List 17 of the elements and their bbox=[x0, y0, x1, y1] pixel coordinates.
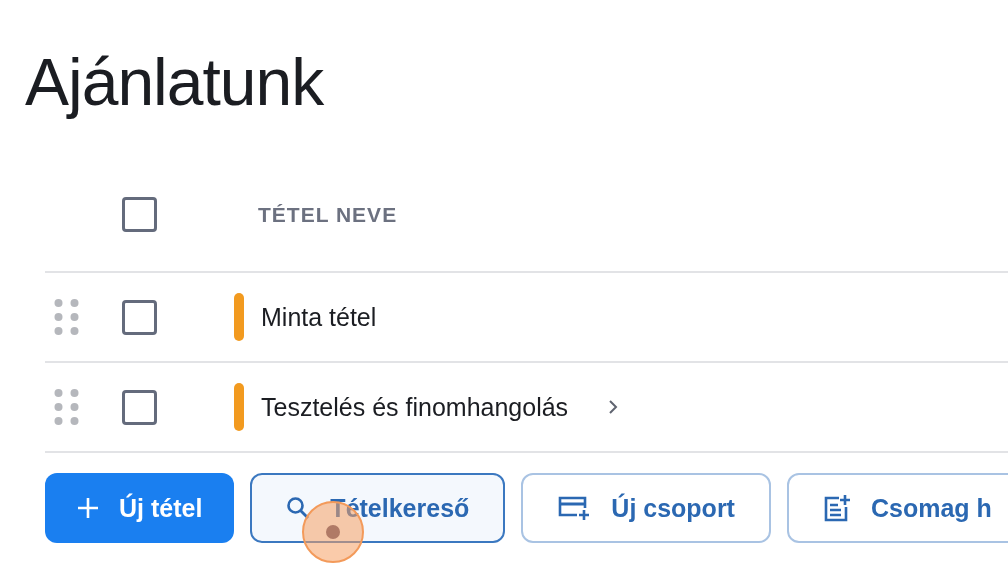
action-button[interactable]: Új csoport bbox=[521, 473, 771, 543]
note-plus-icon bbox=[822, 494, 851, 522]
action-button[interactable]: Új tétel bbox=[45, 473, 235, 543]
page-title: Ajánlatunk bbox=[25, 44, 324, 121]
checkbox[interactable] bbox=[122, 299, 157, 335]
item-name: Minta tétel bbox=[261, 302, 377, 332]
chevron-right-icon[interactable] bbox=[608, 399, 619, 415]
drag-handle-icon[interactable] bbox=[53, 299, 80, 335]
checkbox[interactable] bbox=[122, 389, 157, 425]
card-plus-icon bbox=[557, 495, 592, 521]
item-name: Tesztelés és finomhangolás bbox=[261, 392, 569, 422]
search-icon bbox=[286, 496, 311, 520]
action-button[interactable]: Csomag h bbox=[786, 473, 1008, 543]
plus-icon bbox=[77, 497, 99, 519]
drag-handle-icon[interactable] bbox=[53, 389, 80, 425]
checkbox[interactable] bbox=[122, 197, 157, 232]
column-header: TÉTEL NEVE bbox=[258, 202, 398, 227]
